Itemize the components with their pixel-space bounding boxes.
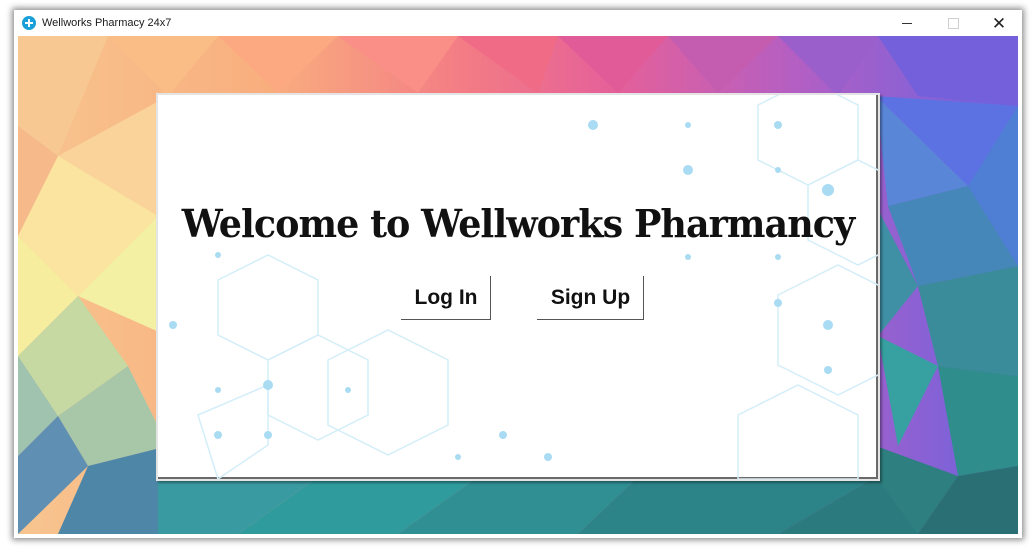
login-button[interactable]: Log In — [401, 276, 491, 320]
medical-cross-icon — [22, 16, 36, 30]
welcome-panel: Welcome to Wellworks Pharmancy Log In Si… — [156, 93, 880, 481]
maximize-button[interactable] — [930, 10, 976, 36]
signup-button[interactable]: Sign Up — [537, 276, 644, 320]
client-area: Welcome to Wellworks Pharmancy Log In Si… — [18, 36, 1018, 534]
maximize-icon — [947, 17, 959, 29]
close-button[interactable]: ✕ — [976, 10, 1022, 36]
minimize-button[interactable] — [884, 10, 930, 36]
title-bar[interactable]: Wellworks Pharmacy 24x7 ✕ — [14, 10, 1022, 36]
welcome-heading: Welcome to Wellworks Pharmancy — [181, 201, 856, 246]
close-icon: ✕ — [991, 13, 1007, 33]
hexagon-molecule-decoration — [169, 95, 878, 479]
app-window: Wellworks Pharmacy 24x7 ✕ Welcome to Wel… — [14, 10, 1022, 538]
minimize-icon — [902, 22, 912, 24]
window-title: Wellworks Pharmacy 24x7 — [42, 17, 172, 29]
